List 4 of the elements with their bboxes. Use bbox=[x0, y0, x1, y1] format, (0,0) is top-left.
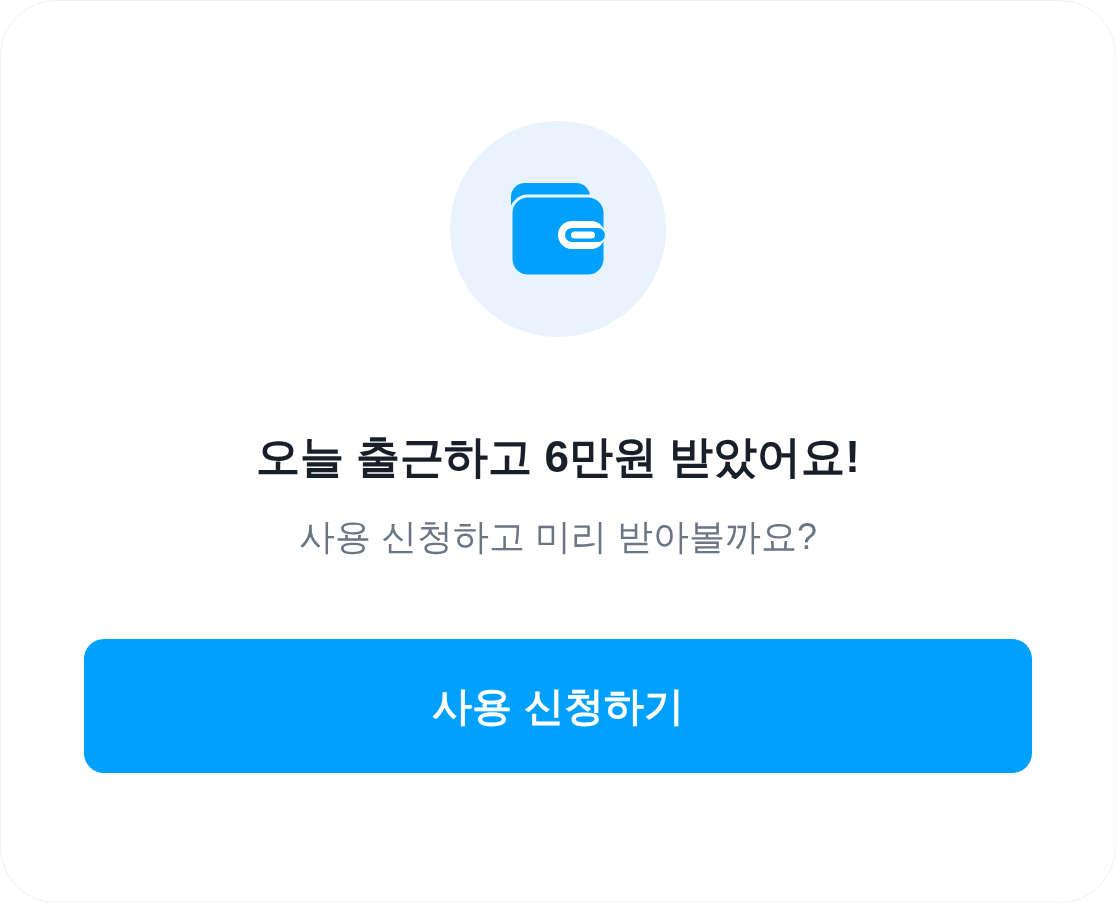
apply-button[interactable]: 사용 신청하기 bbox=[84, 639, 1032, 773]
title: 오늘 출근하고 6만원 받았어요! bbox=[256, 431, 860, 483]
wallet-icon bbox=[511, 182, 605, 276]
subtitle: 사용 신청하고 미리 받아볼까요? bbox=[299, 515, 817, 559]
